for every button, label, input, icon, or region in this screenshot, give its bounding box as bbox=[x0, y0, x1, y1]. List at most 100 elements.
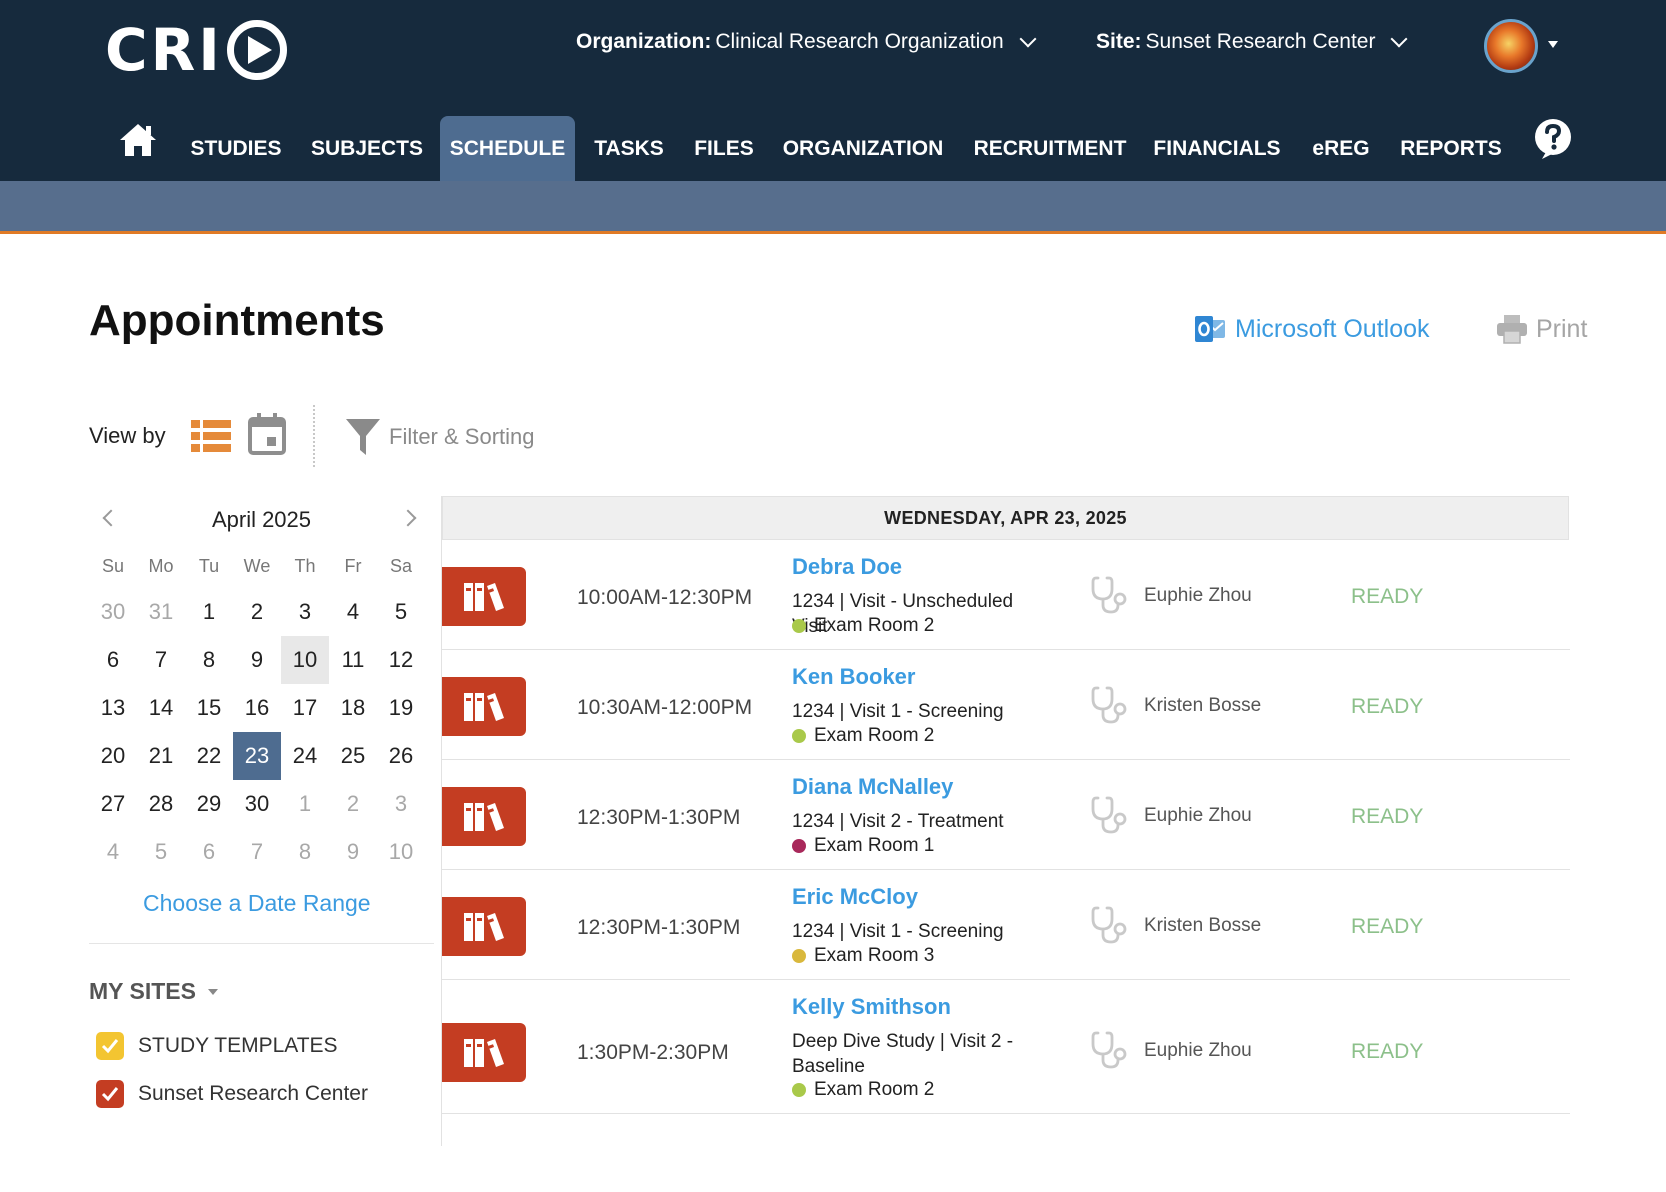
help-icon[interactable] bbox=[1532, 118, 1574, 160]
calendar-day[interactable]: 11 bbox=[329, 636, 377, 684]
status-label: READY bbox=[1351, 695, 1424, 718]
sub-header-bar bbox=[0, 181, 1666, 234]
organization-selector[interactable]: Organization: Clinical Research Organiza… bbox=[576, 30, 1037, 54]
binder-button[interactable] bbox=[442, 1023, 526, 1082]
nav-files[interactable]: FILES bbox=[690, 116, 758, 181]
subject-name-link[interactable]: Kelly Smithson bbox=[792, 994, 951, 1020]
calendar-day[interactable]: 27 bbox=[89, 780, 137, 828]
chevron-left-icon[interactable] bbox=[102, 509, 120, 527]
calendar-day[interactable]: 2 bbox=[233, 588, 281, 636]
choose-date-range-link[interactable]: Choose a Date Range bbox=[143, 890, 371, 917]
calendar-day-selected[interactable]: 23 bbox=[233, 732, 281, 780]
nav-schedule[interactable]: SCHEDULE bbox=[440, 116, 575, 181]
nav-financials[interactable]: FINANCIALS bbox=[1152, 116, 1282, 181]
room-color-dot bbox=[792, 839, 806, 853]
crio-logo[interactable]: CRI bbox=[105, 16, 287, 84]
calendar-day[interactable]: 7 bbox=[137, 636, 185, 684]
chevron-right-icon[interactable] bbox=[399, 509, 417, 527]
nav-reports[interactable]: REPORTS bbox=[1398, 116, 1504, 181]
binder-button[interactable] bbox=[442, 567, 526, 626]
calendar-day[interactable]: 5 bbox=[377, 588, 425, 636]
calendar-day[interactable]: 18 bbox=[329, 684, 377, 732]
calendar-day[interactable]: 12 bbox=[377, 636, 425, 684]
page-title: Appointments bbox=[89, 296, 385, 345]
my-sites-toggle[interactable]: MY SITES bbox=[89, 978, 218, 1005]
binder-button[interactable] bbox=[442, 787, 526, 846]
calendar-day-today[interactable]: 10 bbox=[281, 636, 329, 684]
appointment-row[interactable]: 12:30PM-1:30PM Eric McCloy 1234 | Visit … bbox=[442, 870, 1570, 980]
calendar-day[interactable]: 16 bbox=[233, 684, 281, 732]
calendar-day[interactable]: 4 bbox=[329, 588, 377, 636]
calendar-day[interactable]: 29 bbox=[185, 780, 233, 828]
avatar[interactable] bbox=[1484, 19, 1538, 73]
subject-name-link[interactable]: Diana McNalley bbox=[792, 774, 953, 800]
calendar-day[interactable]: 20 bbox=[89, 732, 137, 780]
calendar-day[interactable]: 28 bbox=[137, 780, 185, 828]
calendar-day[interactable]: 25 bbox=[329, 732, 377, 780]
calendar-day[interactable]: 8 bbox=[281, 828, 329, 876]
calendar-day[interactable]: 13 bbox=[89, 684, 137, 732]
nav-subjects[interactable]: SUBJECTS bbox=[306, 116, 428, 181]
calendar-day[interactable]: 21 bbox=[137, 732, 185, 780]
calendar-day[interactable]: 7 bbox=[233, 828, 281, 876]
calendar-day[interactable]: 24 bbox=[281, 732, 329, 780]
calendar-day[interactable]: 8 bbox=[185, 636, 233, 684]
calendar-day[interactable]: 15 bbox=[185, 684, 233, 732]
list-view-icon[interactable] bbox=[191, 420, 231, 452]
stethoscope-icon bbox=[1091, 686, 1127, 724]
calendar-day[interactable]: 4 bbox=[89, 828, 137, 876]
appointment-row[interactable]: 1:30PM-2:30PM Kelly Smithson Deep Dive S… bbox=[442, 980, 1570, 1114]
subject-name-link[interactable]: Eric McCloy bbox=[792, 884, 918, 910]
calendar-day[interactable]: 10 bbox=[377, 828, 425, 876]
print-button[interactable]: Print bbox=[1496, 314, 1587, 344]
calendar-day[interactable]: 26 bbox=[377, 732, 425, 780]
calendar-day[interactable]: 5 bbox=[137, 828, 185, 876]
status-label: READY bbox=[1351, 1040, 1424, 1063]
appointment-time: 10:30AM-12:00PM bbox=[577, 696, 753, 719]
checkbox-checked-icon[interactable] bbox=[96, 1032, 124, 1060]
appointment-row[interactable]: 12:30PM-1:30PM Diana McNalley 1234 | Vis… bbox=[442, 760, 1570, 870]
visit-description: 1234 | Visit 2 - Treatment bbox=[792, 811, 1004, 832]
appointment-row[interactable]: 10:30AM-12:00PM Ken Booker 1234 | Visit … bbox=[442, 650, 1570, 760]
calendar-day[interactable]: 30 bbox=[89, 588, 137, 636]
subject-name-link[interactable]: Debra Doe bbox=[792, 554, 902, 580]
status-label: READY bbox=[1351, 585, 1424, 608]
calendar-day[interactable]: 2 bbox=[329, 780, 377, 828]
calendar-day[interactable]: 31 bbox=[137, 588, 185, 636]
filter-sorting-button[interactable]: Filter & Sorting bbox=[345, 417, 535, 457]
site-label: Site: bbox=[1096, 30, 1142, 53]
calendar-day[interactable]: 30 bbox=[233, 780, 281, 828]
calendar-day[interactable]: 17 bbox=[281, 684, 329, 732]
microsoft-outlook-button[interactable]: Microsoft Outlook bbox=[1195, 314, 1430, 344]
caret-down-icon bbox=[207, 988, 218, 995]
calendar-day[interactable]: 19 bbox=[377, 684, 425, 732]
nav-ereg[interactable]: eREG bbox=[1304, 116, 1378, 181]
main-nav: STUDIES SUBJECTS SCHEDULE TASKS FILES OR… bbox=[0, 116, 1666, 181]
subject-name-link[interactable]: Ken Booker bbox=[792, 664, 915, 690]
binder-button[interactable] bbox=[442, 897, 526, 956]
calendar-day[interactable]: 22 bbox=[185, 732, 233, 780]
caret-down-icon[interactable] bbox=[1548, 41, 1558, 48]
site-selector[interactable]: Site: Sunset Research Center bbox=[1096, 30, 1408, 54]
calendar-day[interactable]: 9 bbox=[329, 828, 377, 876]
provider-name: Kristen Bosse bbox=[1144, 915, 1262, 936]
calendar-day[interactable]: 9 bbox=[233, 636, 281, 684]
nav-organization[interactable]: ORGANIZATION bbox=[778, 116, 948, 181]
checkbox-checked-icon[interactable] bbox=[96, 1080, 124, 1108]
calendar-view-icon[interactable] bbox=[248, 413, 286, 455]
nav-tasks[interactable]: TASKS bbox=[590, 116, 668, 181]
calendar-day[interactable]: 1 bbox=[185, 588, 233, 636]
calendar-day[interactable]: 1 bbox=[281, 780, 329, 828]
calendar-day[interactable]: 6 bbox=[89, 636, 137, 684]
calendar-day[interactable]: 3 bbox=[281, 588, 329, 636]
site-checkbox-sunset-research-center[interactable]: Sunset Research Center bbox=[96, 1080, 368, 1108]
weekday-label: Fr bbox=[344, 555, 362, 576]
nav-studies[interactable]: STUDIES bbox=[182, 116, 290, 181]
calendar-day[interactable]: 6 bbox=[185, 828, 233, 876]
nav-recruitment[interactable]: RECRUITMENT bbox=[970, 116, 1130, 181]
binder-button[interactable] bbox=[442, 677, 526, 736]
appointment-row[interactable]: 10:00AM-12:30PM Debra Doe 1234 | Visit -… bbox=[442, 540, 1570, 650]
calendar-day[interactable]: 14 bbox=[137, 684, 185, 732]
site-checkbox-study-templates[interactable]: STUDY TEMPLATES bbox=[96, 1032, 338, 1060]
calendar-day[interactable]: 3 bbox=[377, 780, 425, 828]
